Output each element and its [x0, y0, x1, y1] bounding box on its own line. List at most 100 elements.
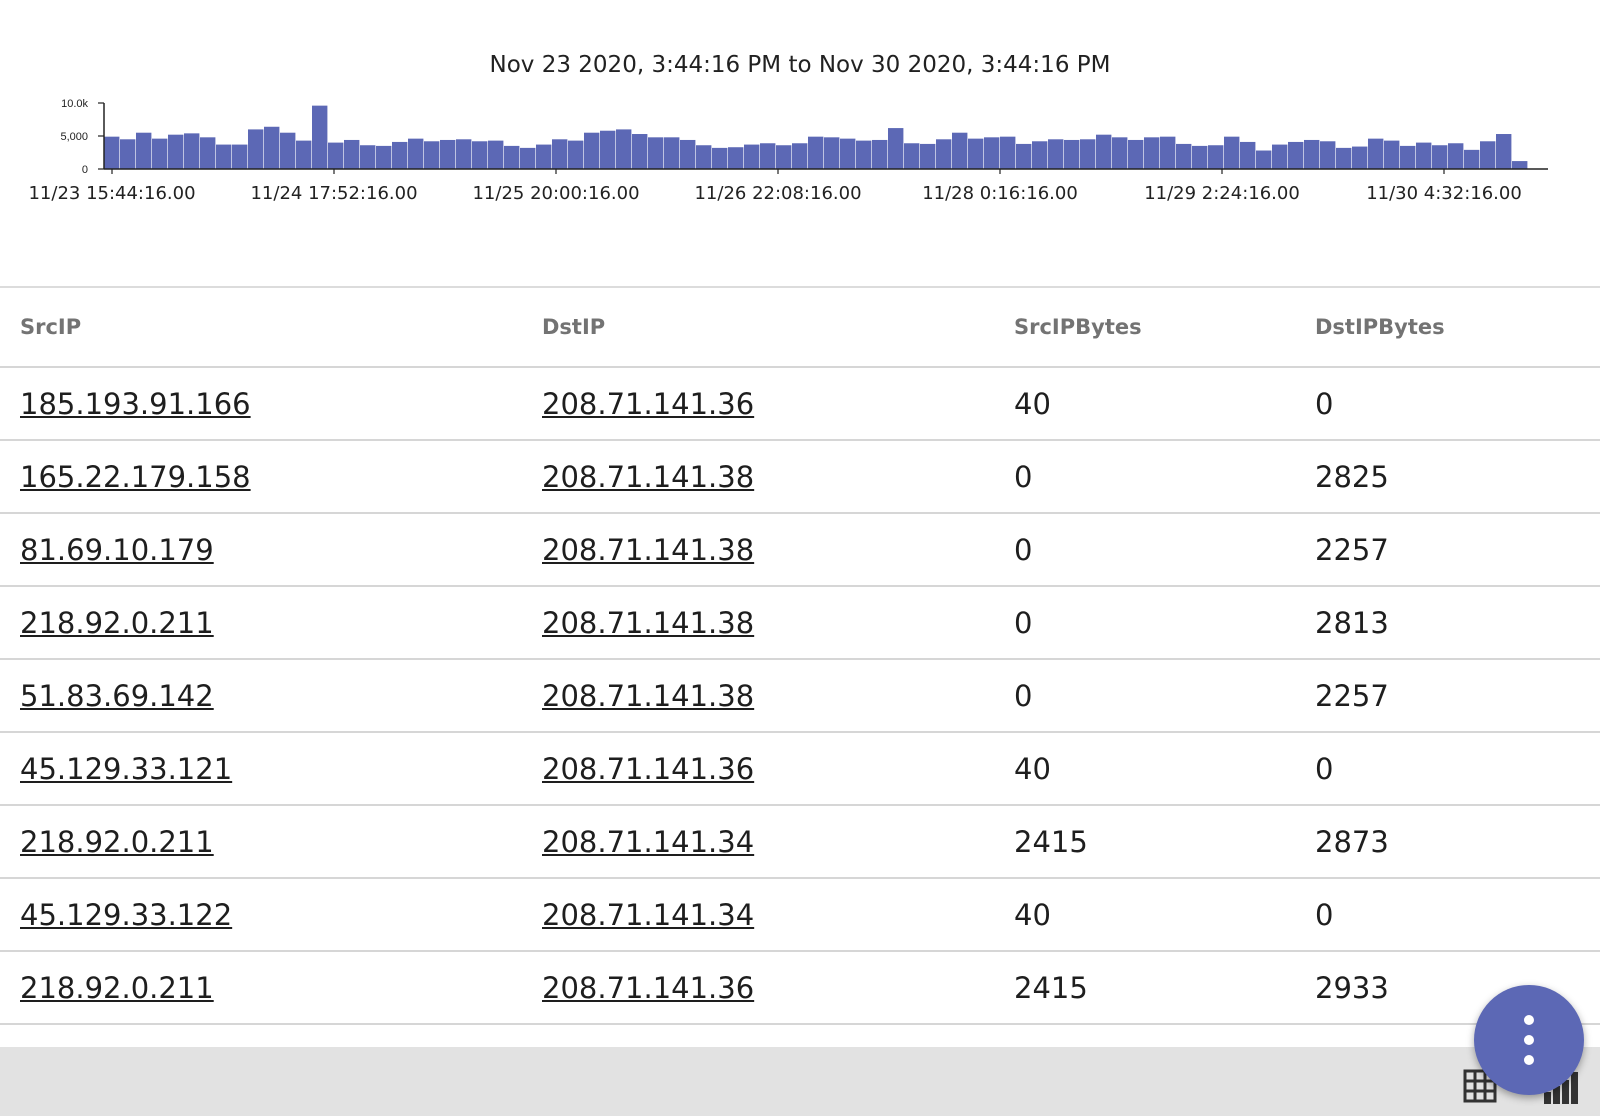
- histogram-bar[interactable]: [808, 136, 824, 169]
- histogram-bar[interactable]: [1304, 139, 1320, 169]
- histogram-bar[interactable]: [1000, 136, 1016, 169]
- histogram-bar[interactable]: [1160, 136, 1176, 169]
- dstip-link[interactable]: 208.71.141.34: [542, 825, 754, 859]
- column-header-dstip[interactable]: DstIP: [522, 288, 994, 368]
- srcip-link[interactable]: 51.83.69.142: [20, 679, 214, 713]
- histogram-bar[interactable]: [904, 143, 920, 169]
- histogram-bar[interactable]: [1448, 143, 1464, 169]
- srcip-link[interactable]: 165.22.179.158: [20, 460, 251, 494]
- histogram-bar[interactable]: [328, 142, 344, 169]
- histogram-bar[interactable]: [392, 141, 408, 169]
- histogram-bar[interactable]: [120, 139, 136, 169]
- histogram-bar[interactable]: [1256, 150, 1272, 169]
- histogram-bar[interactable]: [648, 137, 664, 169]
- srcip-link[interactable]: 185.193.91.166: [20, 387, 251, 421]
- histogram-bar[interactable]: [872, 139, 888, 169]
- histogram-bar[interactable]: [1368, 138, 1384, 169]
- histogram-bar[interactable]: [1416, 142, 1432, 169]
- histogram-bar[interactable]: [616, 129, 632, 169]
- histogram-bar[interactable]: [1096, 134, 1112, 169]
- histogram-bar[interactable]: [552, 139, 568, 169]
- srcip-link[interactable]: 218.92.0.211: [20, 825, 214, 859]
- histogram-bar[interactable]: [104, 136, 120, 169]
- histogram-bar[interactable]: [200, 137, 216, 169]
- histogram-bar[interactable]: [536, 144, 552, 169]
- histogram-bar[interactable]: [888, 128, 904, 169]
- histogram-bar[interactable]: [744, 144, 760, 169]
- histogram-bar[interactable]: [488, 140, 504, 169]
- histogram-bar[interactable]: [1480, 141, 1496, 169]
- histogram-bar[interactable]: [1384, 140, 1400, 169]
- histogram-bar[interactable]: [1352, 146, 1368, 169]
- histogram-bar[interactable]: [680, 139, 696, 169]
- histogram-bar[interactable]: [440, 139, 456, 169]
- histogram-bar[interactable]: [376, 145, 392, 169]
- histogram-bar[interactable]: [1128, 139, 1144, 169]
- histogram-bar[interactable]: [520, 147, 536, 169]
- histogram-bar[interactable]: [168, 134, 184, 169]
- srcip-link[interactable]: 218.92.0.211: [20, 606, 214, 640]
- histogram-bar[interactable]: [856, 140, 872, 169]
- histogram-bar[interactable]: [776, 145, 792, 169]
- histogram-bar[interactable]: [1224, 136, 1240, 169]
- dstip-link[interactable]: 208.71.141.36: [542, 752, 754, 786]
- histogram-bar[interactable]: [760, 143, 776, 169]
- histogram-bar[interactable]: [840, 138, 856, 169]
- histogram-chart[interactable]: 10.0k 5,000 0 11/23 15:44:16.00 11/24 17:52:…: [0, 90, 1600, 220]
- histogram-bar[interactable]: [1512, 161, 1528, 169]
- histogram-bar[interactable]: [1320, 141, 1336, 169]
- histogram-bar[interactable]: [1464, 149, 1480, 169]
- histogram-bar[interactable]: [1176, 143, 1192, 169]
- more-options-fab[interactable]: [1474, 985, 1584, 1095]
- srcip-link[interactable]: 45.129.33.121: [20, 752, 232, 786]
- histogram-bar[interactable]: [712, 147, 728, 169]
- histogram-bar[interactable]: [296, 140, 312, 169]
- histogram-bar[interactable]: [264, 126, 280, 169]
- histogram-bar[interactable]: [1080, 139, 1096, 169]
- histogram-bar[interactable]: [424, 141, 440, 169]
- dstip-link[interactable]: 208.71.141.38: [542, 533, 754, 567]
- srcip-link[interactable]: 81.69.10.179: [20, 533, 214, 567]
- dstip-link[interactable]: 208.71.141.38: [542, 606, 754, 640]
- histogram-bar[interactable]: [600, 130, 616, 169]
- histogram-bar[interactable]: [728, 147, 744, 169]
- histogram-bar[interactable]: [968, 138, 984, 169]
- histogram-bar[interactable]: [1064, 139, 1080, 169]
- dstip-link[interactable]: 208.71.141.36: [542, 971, 754, 1005]
- histogram-bar[interactable]: [456, 139, 472, 169]
- srcip-link[interactable]: 218.92.0.211: [20, 971, 214, 1005]
- histogram-bar[interactable]: [408, 138, 424, 169]
- histogram-bar[interactable]: [344, 139, 360, 169]
- histogram-bar[interactable]: [1208, 145, 1224, 169]
- histogram-bar[interactable]: [280, 132, 296, 169]
- histogram-bar[interactable]: [152, 138, 168, 169]
- histogram-bar[interactable]: [920, 143, 936, 169]
- histogram-bar[interactable]: [1112, 137, 1128, 169]
- histogram-bar[interactable]: [936, 139, 952, 169]
- histogram-bar[interactable]: [312, 105, 328, 169]
- histogram-bar[interactable]: [184, 133, 200, 169]
- histogram-bar[interactable]: [360, 145, 376, 169]
- histogram-bar[interactable]: [1240, 141, 1256, 169]
- srcip-link[interactable]: 45.129.33.122: [20, 898, 232, 932]
- column-header-dstipbytes[interactable]: DstIPBytes: [1295, 288, 1600, 368]
- histogram-bar[interactable]: [216, 144, 232, 169]
- histogram-bar[interactable]: [696, 145, 712, 169]
- dstip-link[interactable]: 208.71.141.36: [542, 387, 754, 421]
- histogram-bar[interactable]: [504, 145, 520, 169]
- dstip-link[interactable]: 208.71.141.38: [542, 460, 754, 494]
- histogram-bar[interactable]: [632, 134, 648, 169]
- histogram-bar[interactable]: [1336, 147, 1352, 169]
- dstip-link[interactable]: 208.71.141.38: [542, 679, 754, 713]
- histogram-bar[interactable]: [1048, 139, 1064, 169]
- histogram-bar[interactable]: [1400, 145, 1416, 169]
- column-header-srcip[interactable]: SrcIP: [0, 288, 522, 368]
- histogram-bar[interactable]: [1272, 144, 1288, 169]
- histogram-bar[interactable]: [952, 132, 968, 169]
- histogram-bar[interactable]: [248, 129, 264, 169]
- histogram-bar[interactable]: [824, 137, 840, 169]
- histogram-bar[interactable]: [1288, 141, 1304, 169]
- histogram-bar[interactable]: [664, 137, 680, 169]
- histogram-bar[interactable]: [1496, 134, 1512, 169]
- histogram-bar[interactable]: [1192, 145, 1208, 169]
